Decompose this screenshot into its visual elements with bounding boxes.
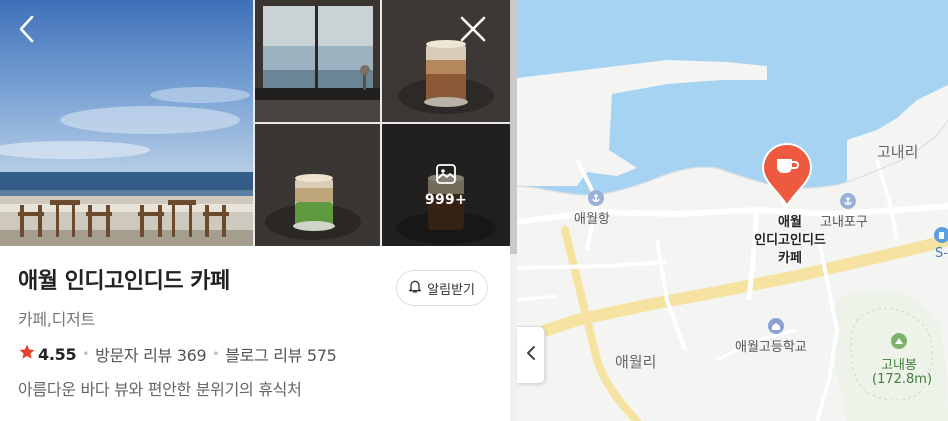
visitor-reviews-link[interactable]: 방문자 리뷰 369 [95,342,207,366]
blog-reviews-link[interactable]: 블로그 리뷰 575 [225,342,337,366]
rating-value: 4.55 [38,344,77,364]
star-icon [18,343,36,365]
map-label-gonaebong[interactable]: 고내봉 [881,354,917,373]
pin-label[interactable]: 애월 인디고인디드 카페 [730,214,850,268]
map-label-gonaebong-height: (172.8m) [872,372,933,387]
map-label-gonae-ri[interactable]: 고내리 [877,141,918,162]
alarm-button-label: 알림받기 [427,282,475,298]
photo-grid: 999+ [0,0,510,246]
map-label-s-oil[interactable]: S-O [935,246,948,261]
close-button[interactable] [454,12,492,50]
photo-more[interactable]: 999+ [382,124,510,246]
place-panel: 999+ 애월 인디고인디드 카페 카페,디저트 4.55 • 방문자 리뷰 3… [0,0,510,421]
close-icon [460,16,486,46]
place-pin[interactable] [759,142,815,209]
map-view[interactable]: 애월항 고내포구 고내리 애월리 애월고등학교 고내봉 (172.8m) S-O [517,0,948,421]
map-label-aewol-port[interactable]: 애월항 [574,208,610,227]
port-icon[interactable] [588,190,604,206]
more-photos-count: 999+ [424,192,468,208]
place-info: 애월 인디고인디드 카페 카페,디저트 4.55 • 방문자 리뷰 369 • … [0,246,510,421]
coffee-cup-icon [774,155,800,181]
place-category: 카페,디저트 [18,310,95,329]
school-icon[interactable] [768,318,784,334]
port-icon[interactable] [840,193,856,209]
photo-matcha[interactable] [255,124,380,246]
chevron-left-icon [526,345,536,365]
more-photos-overlay[interactable]: 999+ [382,124,510,246]
image-icon [434,162,458,186]
collapse-panel-button[interactable] [517,326,545,384]
scrollbar-thumb[interactable] [510,0,517,254]
bell-icon [407,278,423,298]
map-label-aewol-high[interactable]: 애월고등학교 [735,336,807,355]
panel-scrollbar[interactable] [510,0,517,421]
chevron-left-icon [17,14,37,48]
mountain-icon[interactable] [891,333,907,349]
place-description: 아름다운 바다 뷰와 편안한 분위기의 휴식처 [18,380,302,399]
photo-window[interactable] [255,0,380,122]
alarm-button[interactable]: 알림받기 [396,270,488,306]
place-stats: 4.55 • 방문자 리뷰 369 • 블로그 리뷰 575 [18,342,492,366]
back-button[interactable] [10,12,44,50]
separator-dot: • [212,347,220,361]
map-label-aewol-ri[interactable]: 애월리 [615,351,656,372]
gas-station-icon[interactable] [934,227,948,243]
separator-dot: • [82,347,90,361]
